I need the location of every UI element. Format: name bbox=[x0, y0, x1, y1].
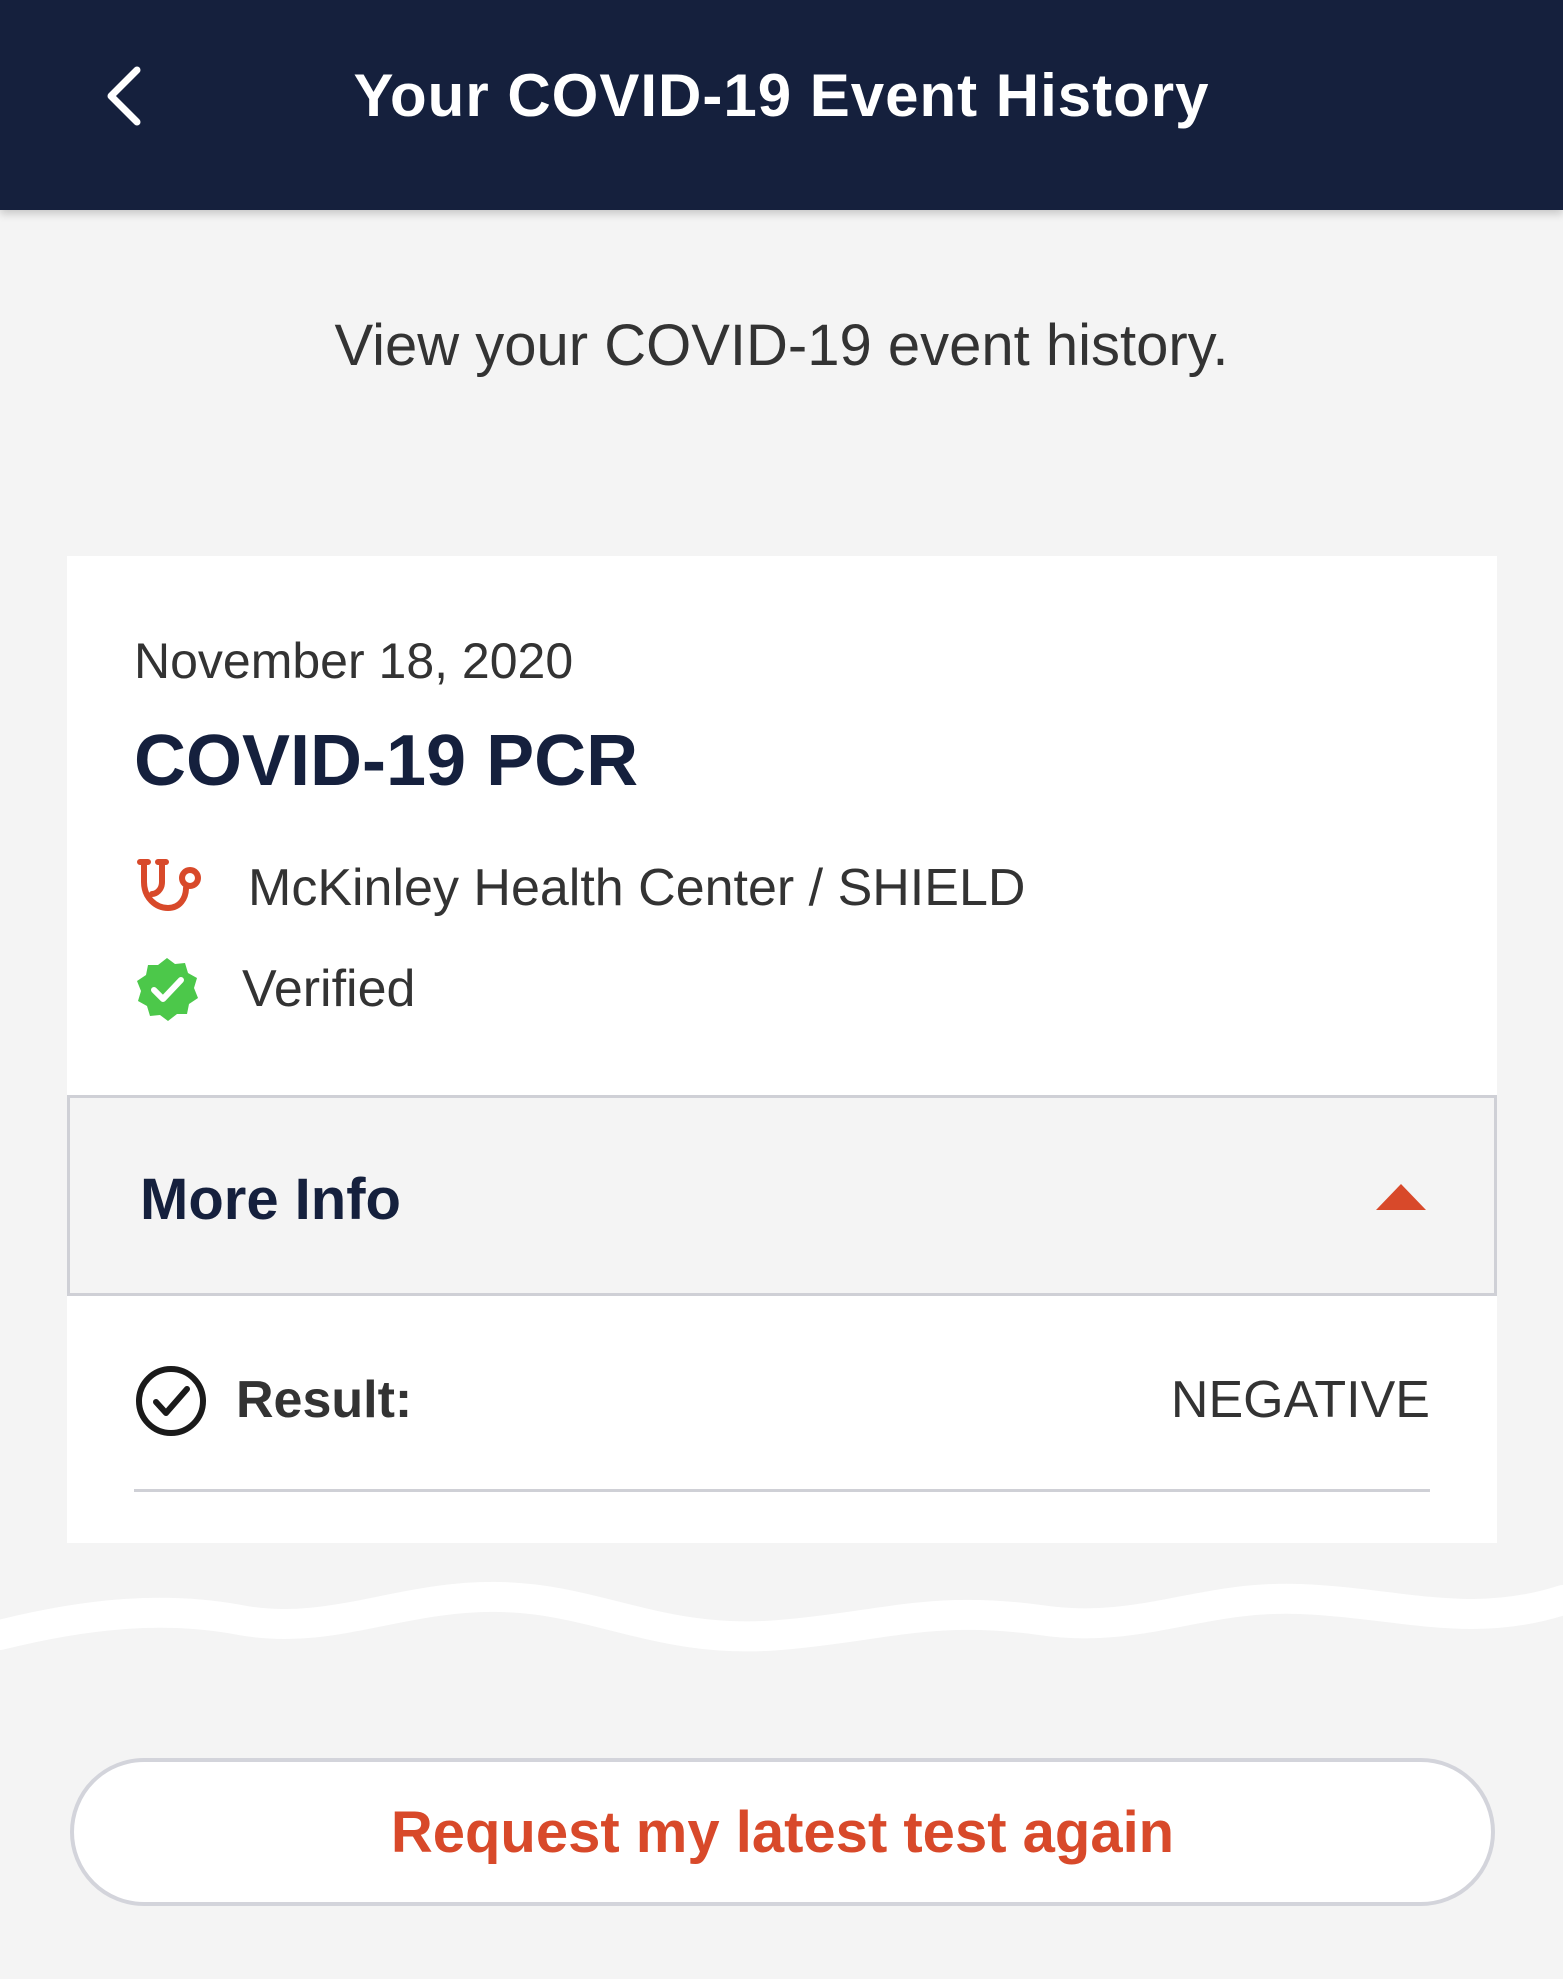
more-info-label: More Info bbox=[140, 1167, 401, 1232]
event-card: November 18, 2020 COVID-19 PCR McKinley … bbox=[67, 556, 1497, 1543]
event-date: November 18, 2020 bbox=[134, 633, 574, 689]
page-title: Your COVID-19 Event History bbox=[353, 61, 1210, 129]
result-value: NEGATIVE bbox=[1170, 1371, 1430, 1429]
verified-status: Verified bbox=[242, 960, 416, 1018]
intro-text: View your COVID-19 event history. bbox=[334, 313, 1229, 378]
stethoscope-icon bbox=[137, 859, 201, 912]
provider-name: McKinley Health Center / SHIELD bbox=[248, 859, 1026, 917]
more-info-toggle[interactable]: More Info bbox=[67, 1095, 1497, 1296]
provider-row: McKinley Health Center / SHIELD bbox=[134, 852, 1025, 924]
divider bbox=[134, 1489, 1430, 1492]
result-row: Result: NEGATIVE bbox=[134, 1356, 1430, 1456]
event-title: COVID-19 PCR bbox=[134, 721, 639, 801]
verified-badge-icon bbox=[137, 958, 198, 1021]
chevron-up-icon bbox=[1376, 1184, 1426, 1210]
app-header: Your COVID-19 Event History bbox=[0, 0, 1563, 210]
wave-divider bbox=[0, 1581, 1563, 1652]
check-circle-icon bbox=[136, 1366, 206, 1436]
request-test-button[interactable]: Request my latest test again bbox=[70, 1758, 1495, 1906]
result-label: Result: bbox=[236, 1371, 413, 1429]
verified-row: Verified bbox=[134, 956, 415, 1022]
